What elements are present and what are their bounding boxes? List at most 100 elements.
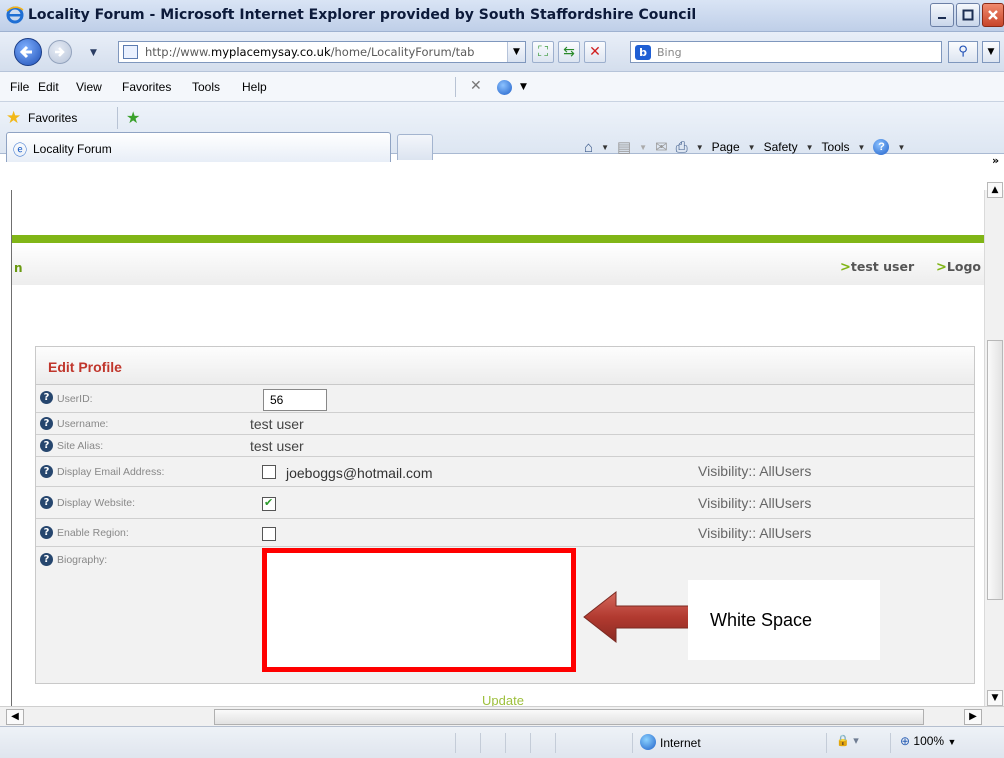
menu-favorites[interactable]: Favorites — [122, 80, 171, 94]
help-icon[interactable]: ? — [40, 496, 53, 509]
row-enable-region: ? Enable Region: Visibility:: AllUsers — [36, 519, 974, 547]
scroll-right-arrow-icon[interactable]: ▶ — [964, 709, 982, 725]
favorites-button[interactable]: Favorites — [28, 111, 77, 125]
enable-region-checkbox[interactable] — [262, 527, 276, 541]
maximize-button[interactable] — [956, 3, 980, 27]
display-email-label: Display Email Address: — [57, 466, 165, 478]
protected-mode-icon[interactable]: 🔒 ▾ — [836, 734, 859, 747]
site-nav-fragment[interactable]: n — [14, 261, 23, 275]
username-value: test user — [250, 416, 304, 432]
help-icon[interactable]: ? — [40, 391, 53, 404]
toolbar-overflow-icon[interactable]: » — [992, 154, 999, 167]
url-text[interactable]: http://www.myplacemysay.co.uk/home/Local… — [145, 45, 523, 59]
logout-link[interactable]: >Logo — [936, 259, 981, 275]
feeds-dropdown-icon[interactable]: ▼ — [639, 143, 647, 152]
help-icon[interactable]: ? — [873, 139, 890, 155]
search-options-dropdown[interactable]: ▼ — [982, 41, 1000, 63]
stop-button[interactable]: ✕ — [584, 41, 606, 63]
menu-view[interactable]: View — [76, 80, 102, 94]
compatibility-view-button[interactable]: ⛶ — [532, 41, 554, 63]
back-arrow-icon — [19, 45, 32, 59]
search-button[interactable]: ⚲ — [948, 41, 978, 63]
zoom-dropdown-icon[interactable]: ▼ — [947, 737, 956, 747]
help-icon[interactable]: ? — [40, 439, 53, 452]
email-value: joeboggs@hotmail.com — [286, 465, 433, 481]
safety-menu[interactable]: Safety — [764, 140, 798, 154]
new-tab-button[interactable] — [397, 134, 433, 160]
refresh-icon: ⇆ — [563, 44, 575, 60]
status-cell — [455, 733, 456, 753]
help-dropdown-icon[interactable]: ▼ — [897, 143, 905, 152]
panel-header: Edit Profile — [36, 347, 974, 385]
security-zone[interactable]: Internet — [640, 734, 701, 750]
tools-menu[interactable]: Tools — [822, 140, 850, 154]
tab-locality-forum[interactable]: ⓔ Locality Forum — [6, 132, 391, 162]
safety-dropdown-icon[interactable]: ▼ — [806, 143, 814, 152]
scroll-down-arrow-icon[interactable]: ▼ — [987, 690, 1003, 706]
vertical-scroll-thumb[interactable] — [987, 340, 1003, 600]
add-to-favorites-icon[interactable]: ★ — [126, 108, 140, 127]
biography-label: Biography: — [57, 554, 108, 566]
close-button[interactable] — [982, 3, 1004, 27]
site-alias-label: Site Alias: — [57, 440, 104, 452]
home-icon[interactable]: ⌂ — [584, 139, 593, 156]
panel-title: Edit Profile — [48, 359, 122, 375]
menu-help[interactable]: Help — [242, 80, 267, 94]
forward-button[interactable] — [48, 40, 72, 64]
menu-edit[interactable]: Edit — [38, 80, 59, 94]
search-box[interactable]: b Bing — [630, 41, 942, 63]
user-link[interactable]: >test user — [840, 259, 914, 275]
display-website-checkbox[interactable] — [262, 496, 276, 511]
print-dropdown-icon[interactable]: ▼ — [696, 143, 704, 152]
refresh-button[interactable]: ⇆ — [558, 41, 580, 63]
vertical-scrollbar[interactable]: ▲ ▼ — [984, 182, 1004, 706]
favorites-star-icon[interactable]: ★ — [6, 108, 21, 128]
page-icon — [123, 45, 138, 59]
addon-dropdown-icon[interactable]: ▼ — [520, 82, 527, 92]
help-icon[interactable]: ? — [40, 417, 53, 430]
row-display-email: ? Display Email Address: joeboggs@hotmai… — [36, 457, 974, 487]
menu-bar: File Edit View Favorites Tools Help ✕ ▼ — [0, 72, 1004, 102]
help-icon[interactable]: ? — [40, 526, 53, 539]
menu-file[interactable]: File — [10, 80, 29, 94]
row-site-alias: ? Site Alias: test user — [36, 435, 974, 457]
address-toolbar: ▼ http://www.myplacemysay.co.uk/home/Loc… — [0, 32, 1004, 72]
help-icon[interactable]: ? — [40, 553, 53, 566]
horizontal-scrollbar[interactable]: ◀ ▶ — [0, 706, 1004, 726]
display-email-checkbox[interactable] — [262, 465, 276, 479]
horizontal-scroll-thumb[interactable] — [214, 709, 924, 725]
green-arrow-icon: > — [840, 260, 851, 275]
biography-editor-highlight[interactable] — [262, 548, 576, 672]
scroll-left-arrow-icon[interactable]: ◀ — [6, 709, 24, 725]
back-button[interactable] — [14, 38, 42, 66]
toolbar-addon-icon[interactable] — [497, 80, 512, 95]
scroll-up-arrow-icon[interactable]: ▲ — [987, 182, 1003, 198]
callout-text: White Space — [710, 610, 813, 630]
status-bar: Internet 🔒 ▾ ⊕ 100% ▼ — [0, 726, 1004, 758]
history-dropdown-icon[interactable]: ▼ — [90, 48, 97, 58]
region-visibility: Visibility:: AllUsers — [698, 525, 812, 541]
home-dropdown-icon[interactable]: ▼ — [601, 143, 609, 152]
status-cell — [505, 733, 506, 753]
menu-tools[interactable]: Tools — [192, 80, 220, 94]
tools-dropdown-icon[interactable]: ▼ — [858, 143, 866, 152]
address-dropdown-icon[interactable]: ▼ — [507, 42, 525, 62]
page-dropdown-icon[interactable]: ▼ — [748, 143, 756, 152]
zoom-icon: ⊕ — [900, 734, 911, 748]
userid-field[interactable]: 56 — [263, 389, 327, 411]
address-bar[interactable]: http://www.myplacemysay.co.uk/home/Local… — [118, 41, 526, 63]
zoom-level[interactable]: ⊕ 100% ▼ — [900, 734, 956, 748]
feeds-icon[interactable]: ▤ — [617, 138, 631, 156]
site-green-bar — [12, 235, 984, 243]
close-toolbar-icon[interactable]: ✕ — [470, 78, 482, 94]
search-icon: ⚲ — [958, 44, 968, 59]
status-cell — [826, 733, 827, 753]
page-menu[interactable]: Page — [712, 140, 740, 154]
mail-icon[interactable]: ✉ — [655, 138, 668, 156]
help-icon[interactable]: ? — [40, 465, 53, 478]
userid-label: UserID: — [57, 393, 93, 405]
minimize-button[interactable] — [930, 3, 954, 27]
print-icon[interactable]: ⎙ — [676, 139, 688, 156]
window-controls — [930, 3, 1004, 27]
row-username: ? Username: test user — [36, 413, 974, 435]
